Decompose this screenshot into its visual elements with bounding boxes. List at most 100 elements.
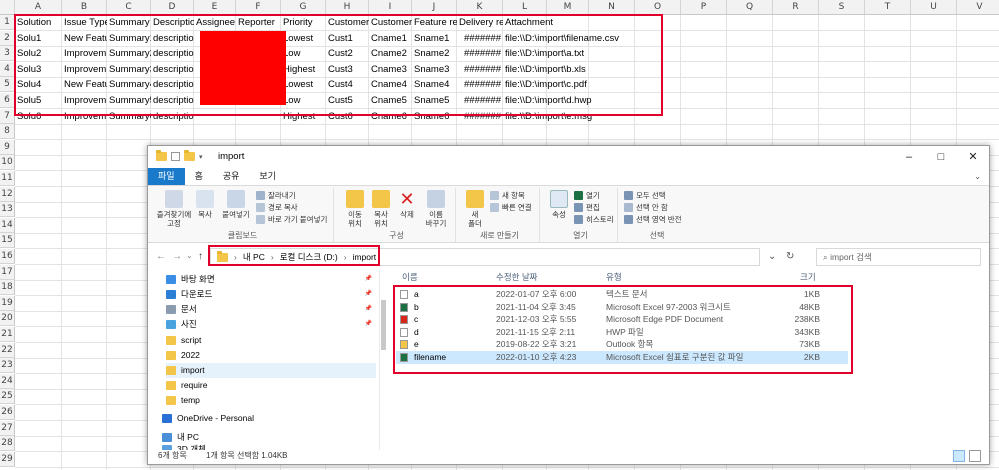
row-header[interactable]: 3 [0, 46, 15, 62]
nav-item[interactable]: 바탕 화면 📌 [166, 272, 376, 287]
column-header[interactable]: L [503, 0, 547, 15]
copy-to-button[interactable]: 복사 위치 [370, 190, 392, 228]
history-button[interactable]: 히스토리 [574, 214, 614, 225]
row-header[interactable]: 17 [0, 264, 15, 280]
row-header[interactable]: 10 [0, 155, 15, 171]
row-header[interactable]: 28 [0, 436, 15, 452]
details-view-icon[interactable] [953, 450, 965, 462]
column-header[interactable]: K [457, 0, 503, 15]
row-header[interactable]: 8 [0, 124, 15, 140]
row-header[interactable]: 29 [0, 451, 15, 467]
row-header[interactable]: 13 [0, 202, 15, 218]
search-input[interactable]: ⌕ import 검색 [816, 248, 981, 266]
nav-item[interactable]: 2022 [166, 348, 376, 363]
column-header[interactable]: V [957, 0, 999, 15]
column-header[interactable]: P [681, 0, 727, 15]
recent-dropdown-icon[interactable]: ⌄ [186, 251, 193, 260]
edit-button[interactable]: 편집 [574, 202, 600, 213]
nav-item[interactable]: OneDrive - Personal [162, 411, 372, 426]
row-header[interactable]: 22 [0, 342, 15, 358]
column-header[interactable]: E [194, 0, 236, 15]
nav-item[interactable]: temp [166, 393, 376, 408]
column-header[interactable]: A [15, 0, 62, 15]
select-all-button[interactable]: 모두 선택 [624, 190, 666, 201]
properties-icon[interactable] [171, 152, 180, 161]
properties-button[interactable]: 속성 [548, 190, 570, 219]
row-header[interactable]: 7 [0, 108, 15, 124]
tab-share[interactable]: 공유 [213, 168, 250, 185]
minimize-button[interactable]: – [893, 146, 925, 168]
large-icons-view-icon[interactable] [969, 450, 981, 462]
up-arrow-icon[interactable]: ↑ [198, 251, 203, 262]
row-header[interactable]: 20 [0, 311, 15, 327]
copy-path-button[interactable]: 경로 복사 [256, 202, 298, 213]
new-folder-icon[interactable] [184, 150, 195, 161]
column-header[interactable]: D [151, 0, 194, 15]
delete-button[interactable]: ✕ 삭제 [396, 190, 418, 219]
rename-button[interactable]: 이름 바꾸기 [422, 190, 450, 228]
column-header[interactable]: B [62, 0, 107, 15]
column-header[interactable]: H [326, 0, 369, 15]
tab-file[interactable]: 파일 [148, 168, 185, 185]
column-header[interactable]: T [865, 0, 911, 15]
row-header[interactable]: 1 [0, 15, 15, 30]
select-none-button[interactable]: 선택 안 함 [624, 202, 668, 213]
paste-button[interactable]: 붙여넣기 [220, 190, 252, 219]
column-header-size[interactable]: 크기 [800, 270, 816, 285]
column-header[interactable]: N [589, 0, 635, 15]
column-header[interactable]: U [911, 0, 957, 15]
nav-scrollbar[interactable] [380, 270, 388, 450]
row-header[interactable]: 5 [0, 77, 15, 93]
row-header[interactable]: 11 [0, 171, 15, 186]
nav-item[interactable]: 문서 📌 [166, 302, 376, 317]
column-header[interactable]: S [819, 0, 865, 15]
column-header[interactable]: I [369, 0, 412, 15]
move-to-button[interactable]: 이동 위치 [344, 190, 366, 228]
column-header[interactable]: O [635, 0, 681, 15]
select-all-corner[interactable] [0, 0, 15, 15]
column-header-date[interactable]: 수정한 날짜 [496, 270, 537, 285]
new-folder-button[interactable]: 새 폴더 [464, 190, 486, 228]
column-header[interactable]: C [107, 0, 151, 15]
row-header[interactable]: 9 [0, 139, 15, 155]
row-header[interactable]: 12 [0, 186, 15, 202]
nav-item[interactable]: require [166, 378, 376, 393]
row-header[interactable]: 4 [0, 61, 15, 77]
cut-button[interactable]: 잘라내기 [256, 190, 296, 201]
pin-quick-access-button[interactable]: 즐겨찾기에 고정 [156, 190, 192, 228]
tab-view[interactable]: 보기 [249, 168, 286, 185]
row-header[interactable]: 6 [0, 93, 15, 108]
forward-arrow-icon[interactable]: → [172, 251, 182, 262]
address-dropdown-icon[interactable]: ⌄ [768, 251, 776, 262]
column-header[interactable]: G [281, 0, 326, 15]
row-header[interactable]: 14 [0, 217, 15, 233]
tab-home[interactable]: 홈 [185, 168, 213, 185]
row-header[interactable]: 24 [0, 373, 15, 389]
row-header[interactable]: 21 [0, 327, 15, 342]
maximize-button[interactable]: □ [925, 146, 957, 168]
open-button[interactable]: 열기 [574, 190, 600, 201]
nav-item[interactable]: import [166, 363, 376, 378]
column-header[interactable]: M [547, 0, 589, 15]
column-header[interactable]: J [412, 0, 457, 15]
easy-access-button[interactable]: 빠른 연결 [490, 202, 532, 213]
dropdown-icon[interactable]: ▾ [199, 153, 203, 161]
new-item-button[interactable]: 새 항목 [490, 190, 525, 201]
row-header[interactable]: 2 [0, 30, 15, 46]
row-header[interactable]: 23 [0, 358, 15, 374]
column-header-type[interactable]: 유형 [606, 270, 622, 285]
row-header[interactable]: 19 [0, 295, 15, 311]
row-header[interactable]: 27 [0, 420, 15, 436]
row-header[interactable]: 26 [0, 405, 15, 420]
back-arrow-icon[interactable]: ← [156, 251, 166, 262]
paste-shortcut-button[interactable]: 바로 가기 붙여넣기 [256, 214, 327, 225]
copy-button[interactable]: 복사 [194, 190, 216, 219]
nav-item[interactable]: 사진 📌 [166, 317, 376, 332]
row-header[interactable]: 15 [0, 233, 15, 249]
column-header[interactable]: Q [727, 0, 773, 15]
row-header[interactable]: 25 [0, 389, 15, 405]
refresh-icon[interactable]: ↻ [786, 251, 794, 262]
row-header[interactable]: 16 [0, 249, 15, 264]
column-header-name[interactable]: 이름 [402, 270, 418, 285]
nav-item[interactable]: script [166, 333, 376, 348]
